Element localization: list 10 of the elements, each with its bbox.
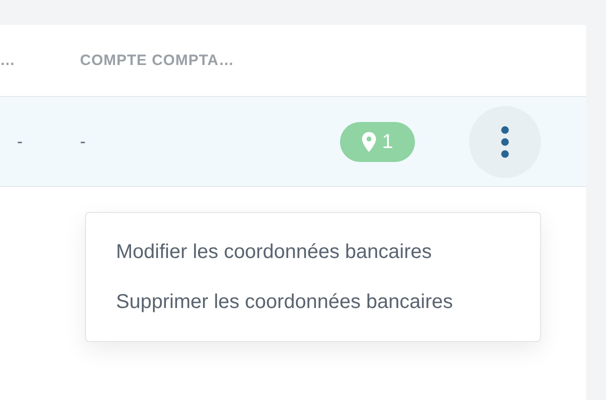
table-cell: - (80, 132, 86, 150)
table-cell: - (17, 132, 23, 150)
column-header: … (0, 52, 16, 68)
more-vertical-icon (501, 126, 509, 158)
column-header: COMPTE COMPTA… (80, 52, 234, 68)
map-pin-icon (362, 132, 376, 152)
menu-item[interactable]: Supprimer les coordonnées bancaires (86, 277, 540, 327)
location-count-badge: 1 (340, 122, 415, 162)
table-row[interactable]: - - 1 (0, 97, 586, 187)
menu-item[interactable]: Modifier les coordonnées bancaires (86, 227, 540, 277)
